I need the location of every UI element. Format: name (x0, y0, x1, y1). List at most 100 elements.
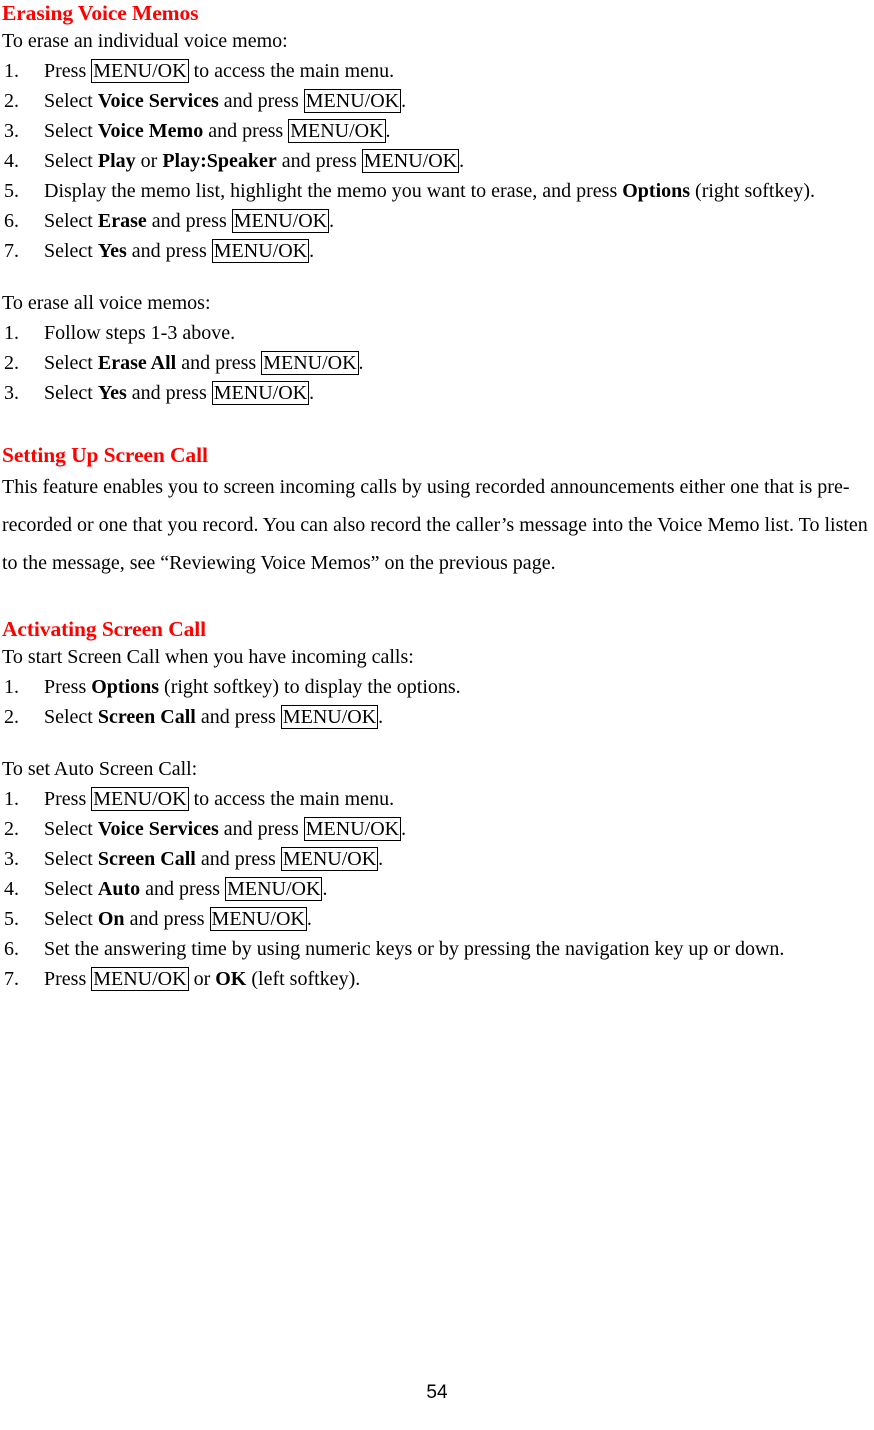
intro-line: To set Auto Screen Call: (2, 758, 198, 780)
list-item-content: Select Erase and press MENU/OK. (44, 209, 335, 233)
page-content: Erasing Voice Memos To erase an individua… (2, 0, 872, 994)
step-text: Select (44, 120, 98, 142)
emphasis-term: Screen Call (97, 848, 196, 870)
step-text: or (188, 968, 216, 990)
step-text: Select (44, 878, 98, 900)
step-text: . (378, 706, 384, 728)
list-item-number: 2. (4, 352, 19, 374)
emphasis-term: OK (215, 968, 247, 990)
list-item: 7. Select Yes and press MENU/OK. (2, 236, 872, 266)
list-item-content: Select On and press MENU/OK. (44, 907, 312, 931)
emphasis-term: Yes (97, 382, 127, 404)
step-text: and press (195, 848, 281, 870)
step-text: Select (44, 818, 98, 840)
step-text: and press (176, 352, 262, 374)
list-item: 1. Follow steps 1-3 above. (2, 318, 872, 348)
list-item: 5. Display the memo list, highlight the m… (2, 176, 872, 206)
list-item: 7. Press MENU/OK or OK (left softkey). (2, 964, 872, 994)
list-item: 1. Press MENU/OK to access the main menu. (2, 56, 872, 86)
list-item: 3. Select Yes and press MENU/OK. (2, 378, 872, 408)
list-item-content: Display the memo list, highlight the mem… (44, 180, 815, 202)
intro-line: To erase an individual voice memo: (2, 30, 288, 52)
step-text: and press (126, 240, 212, 262)
list-item-number: 3. (4, 382, 19, 404)
list-item-number: 7. (4, 240, 19, 262)
step-text: Select (44, 706, 98, 728)
emphasis-term: Voice Services (97, 818, 219, 840)
list-item: 6. Select Erase and press MENU/OK. (2, 206, 872, 236)
emphasis-term: Voice Memo (97, 120, 204, 142)
step-list: 1. Press MENU/OK to access the main menu.… (2, 784, 872, 994)
step-text: and press (126, 382, 212, 404)
step-text: . (401, 818, 407, 840)
list-item-content: Select Yes and press MENU/OK. (44, 381, 315, 405)
step-text: (left softkey). (246, 968, 361, 990)
key-badge-menu-ok: MENU/OK (91, 59, 189, 83)
list-item-number: 3. (4, 848, 19, 870)
emphasis-term: Erase All (97, 352, 177, 374)
emphasis-term: Options (91, 676, 160, 698)
step-text: Select (44, 150, 98, 172)
list-item-number: 5. (4, 180, 19, 202)
key-badge-menu-ok: MENU/OK (261, 351, 359, 375)
step-text: to access the main menu. (188, 60, 395, 82)
step-text: . (378, 848, 384, 870)
page-number: 54 (426, 1382, 448, 1403)
list-item-number: 3. (4, 120, 19, 142)
step-text: to access the main menu. (188, 788, 395, 810)
step-text: and press (195, 706, 281, 728)
list-item-content: Set the answering time by using numeric … (44, 938, 784, 960)
emphasis-term: Voice Services (97, 90, 219, 112)
list-item: 2. Select Voice Services and press MENU/O… (2, 86, 872, 116)
step-text: . (358, 352, 364, 374)
list-item: 3. Select Screen Call and press MENU/OK. (2, 844, 872, 874)
key-badge-menu-ok: MENU/OK (209, 907, 307, 931)
list-item-number: 7. (4, 968, 19, 990)
list-item-content: Select Voice Services and press MENU/OK. (44, 89, 407, 113)
key-badge-menu-ok: MENU/OK (361, 149, 460, 173)
list-item: 2. Select Screen Call and press MENU/OK. (2, 702, 872, 732)
step-text: Select (44, 382, 98, 404)
step-text: . (309, 382, 315, 404)
step-text: . (306, 908, 312, 930)
step-text: Select (44, 210, 98, 232)
emphasis-term: Auto (97, 878, 141, 900)
list-item-number: 2. (4, 818, 19, 840)
emphasis-term: Yes (97, 240, 127, 262)
list-item-content: Select Play or Play:Speaker and press ME… (44, 149, 464, 173)
document-page: Erasing Voice Memos To erase an individua… (0, 0, 874, 1430)
step-text: . (322, 878, 328, 900)
step-text: and press (218, 90, 304, 112)
step-text: . (385, 120, 391, 142)
list-item: 4. Select Play or Play:Speaker and press … (2, 146, 872, 176)
list-item-content: Select Erase All and press MENU/OK. (44, 351, 364, 375)
list-item-number: 1. (4, 788, 19, 810)
list-item: 2. Select Erase All and press MENU/OK. (2, 348, 872, 378)
list-item-number: 5. (4, 908, 19, 930)
section-heading-activating-screen-call: Activating Screen Call (2, 617, 207, 641)
step-text: and press (146, 210, 232, 232)
step-text: and press (218, 818, 304, 840)
list-item-content: Press MENU/OK or OK (left softkey). (44, 967, 361, 991)
list-item: 5. Select On and press MENU/OK. (2, 904, 872, 934)
step-text: and press (140, 878, 226, 900)
step-text: . (401, 90, 407, 112)
intro-line: To start Screen Call when you have incom… (2, 646, 414, 668)
step-text: or (135, 150, 163, 172)
key-badge-menu-ok: MENU/OK (303, 817, 402, 841)
step-text: . (329, 210, 335, 232)
key-badge-menu-ok: MENU/OK (288, 119, 386, 143)
step-text: Press (44, 968, 92, 990)
emphasis-term: Erase (97, 210, 147, 232)
emphasis-term: On (97, 908, 125, 930)
step-text: Follow steps 1-3 above. (44, 322, 236, 344)
step-text: Select (44, 352, 98, 374)
body-paragraph: This feature enables you to screen incom… (2, 476, 868, 574)
step-text: and press (276, 150, 362, 172)
key-badge-menu-ok: MENU/OK (211, 381, 310, 405)
list-item-content: Press Options (right softkey) to display… (44, 676, 461, 698)
step-text: Set the answering time by using numeric … (44, 938, 785, 960)
step-list: 1. Press Options (right softkey) to displ… (2, 672, 872, 732)
list-item-number: 4. (4, 878, 19, 900)
